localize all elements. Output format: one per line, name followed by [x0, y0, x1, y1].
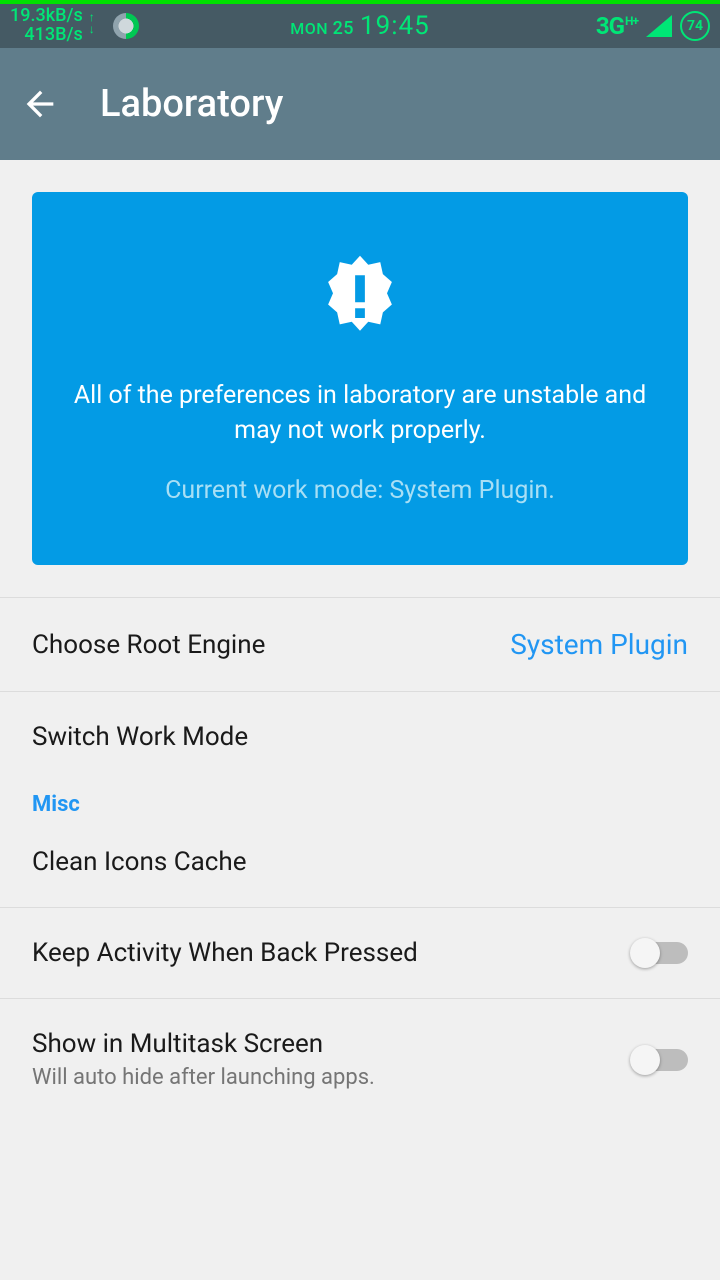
status-clock: MON 25 19:45	[290, 11, 430, 41]
clock-time: 19:45	[360, 11, 430, 41]
pref-switch-work-mode[interactable]: Switch Work Mode	[0, 692, 720, 782]
app-bar: Laboratory	[0, 48, 720, 160]
date-day: 25	[333, 18, 354, 39]
status-bar: 19.3kB/s 413B/s ↑↓ MON 25 19:45 3GH+ 74	[0, 0, 720, 48]
pref-label: Clean Icons Cache	[32, 847, 247, 877]
pref-label: Switch Work Mode	[32, 722, 248, 752]
pref-label: Keep Activity When Back Pressed	[32, 938, 418, 968]
pref-show-multitask[interactable]: Show in Multitask Screen Will auto hide …	[0, 999, 720, 1120]
page-title: Laboratory	[100, 82, 283, 126]
pref-value: System Plugin	[510, 628, 688, 661]
back-button[interactable]	[20, 84, 60, 124]
pref-sublabel: Will auto hide after launching apps.	[32, 1065, 375, 1090]
toggle-knob	[630, 1045, 660, 1075]
date-weekday: MON	[290, 19, 328, 38]
signal-icon	[646, 15, 672, 37]
toggle-knob	[630, 938, 660, 968]
net-up-speed: 413B/s	[10, 26, 83, 45]
warning-subtext: Current work mode: System Plugin.	[72, 476, 648, 505]
warning-card: All of the preferences in laboratory are…	[32, 192, 688, 565]
pref-label: Choose Root Engine	[32, 630, 265, 660]
network-speed: 19.3kB/s 413B/s	[10, 7, 83, 45]
battery-badge: 74	[680, 11, 710, 41]
toggle-show-multitask[interactable]	[632, 1049, 688, 1071]
status-left: 19.3kB/s 413B/s ↑↓	[10, 7, 139, 45]
toggle-keep-activity[interactable]	[632, 942, 688, 964]
pref-choose-root-engine[interactable]: Choose Root Engine System Plugin	[0, 598, 720, 692]
warning-text: All of the preferences in laboratory are…	[72, 378, 648, 448]
pref-keep-activity[interactable]: Keep Activity When Back Pressed	[0, 908, 720, 999]
net-arrows-icon: ↑↓	[89, 11, 95, 35]
pref-clean-icons-cache[interactable]: Clean Icons Cache	[0, 817, 720, 908]
status-right: 3GH+ 74	[596, 11, 710, 41]
warning-badge-icon	[72, 252, 648, 342]
pref-label: Show in Multitask Screen	[32, 1029, 375, 1059]
signal-label: 3GH+	[596, 12, 638, 40]
sync-icon	[113, 13, 139, 39]
arrow-back-icon	[20, 84, 60, 124]
section-header-misc: Misc	[0, 782, 720, 817]
content: All of the preferences in laboratory are…	[0, 192, 720, 1120]
